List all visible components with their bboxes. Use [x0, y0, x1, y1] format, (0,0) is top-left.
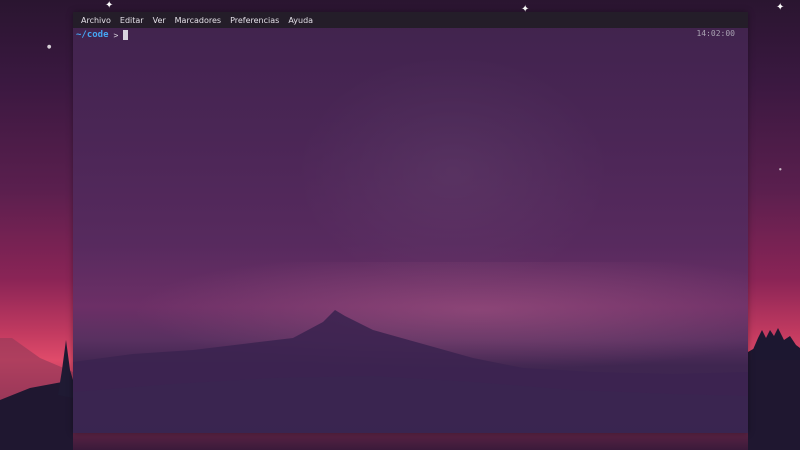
menu-editar[interactable]: Editar — [116, 16, 148, 25]
prompt-symbol: > — [113, 30, 119, 40]
menu-ayuda[interactable]: Ayuda — [284, 16, 317, 25]
menu-ver[interactable]: Ver — [149, 16, 170, 25]
menu-marcadores[interactable]: Marcadores — [171, 16, 225, 25]
menu-preferencias[interactable]: Preferencias — [226, 16, 283, 25]
prompt-path: ~/code — [76, 30, 109, 40]
background-mountain — [73, 310, 748, 433]
menu-bar: Archivo Editar Ver Marcadores Preferenci… — [73, 12, 748, 28]
terminal-window[interactable]: Archivo Editar Ver Marcadores Preferenci… — [73, 12, 748, 433]
text-cursor — [123, 30, 129, 40]
command-prompt[interactable]: ~/code > — [76, 29, 129, 41]
menu-archivo[interactable]: Archivo — [77, 16, 115, 25]
prompt-clock: 14:02:00 — [696, 29, 735, 38]
